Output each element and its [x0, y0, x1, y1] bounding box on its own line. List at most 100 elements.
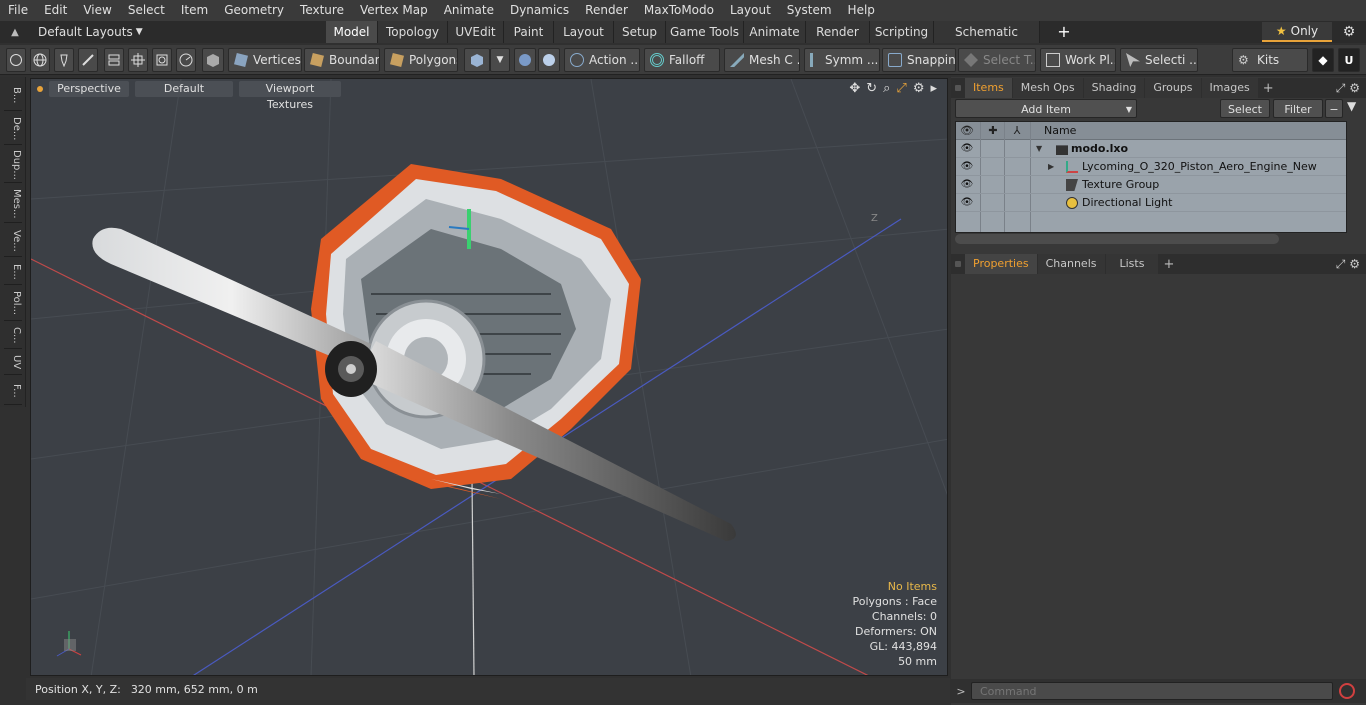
filter-button[interactable]: Filter	[1273, 99, 1323, 118]
left-tab-mesh-edit[interactable]: Mes...	[4, 185, 22, 223]
left-tab-basic[interactable]: B...	[4, 81, 22, 111]
tab-scripting[interactable]: Scripting	[870, 21, 934, 43]
left-tab-duplicate[interactable]: Dup...	[4, 147, 22, 183]
brush-button[interactable]	[78, 48, 98, 72]
falloff-button[interactable]: Falloff	[644, 48, 720, 72]
menu-dynamics[interactable]: Dynamics	[502, 0, 577, 21]
tab-shading[interactable]: Shading	[1083, 78, 1145, 98]
menu-view[interactable]: View	[75, 0, 119, 21]
view-mode-button[interactable]: Perspective	[49, 81, 129, 97]
add-panel-tab-icon[interactable]: +	[1259, 81, 1274, 96]
expand-panel-icon[interactable]: ⤢	[1336, 81, 1346, 95]
material-button[interactable]	[514, 48, 536, 72]
expand-triangle-icon[interactable]: ▼	[1036, 140, 1042, 158]
left-tab-curve[interactable]: C...	[4, 323, 22, 349]
engine-model[interactable]	[311, 164, 641, 499]
align-button[interactable]	[104, 48, 124, 72]
panel-menu-icon[interactable]	[951, 78, 965, 98]
tab-lists[interactable]: Lists	[1105, 254, 1159, 274]
work-plane-button[interactable]: Work Pl...	[1040, 48, 1116, 72]
menu-maxtomodo[interactable]: MaxToModo	[636, 0, 722, 21]
left-tab-deform[interactable]: De...	[4, 113, 22, 145]
visibility-eye-icon[interactable]: 👁	[960, 196, 974, 210]
pin-button[interactable]	[54, 48, 74, 72]
menu-render[interactable]: Render	[577, 0, 636, 21]
items-horizontal-scrollbar[interactable]	[955, 234, 1279, 244]
menu-vertex-map[interactable]: Vertex Map	[352, 0, 436, 21]
boundary-button[interactable]: Boundary	[304, 48, 380, 72]
menu-item[interactable]: Item	[173, 0, 216, 21]
list-item[interactable]: 👁 ▼ modo.lxo	[956, 140, 1346, 158]
record-stop-icon[interactable]	[1339, 683, 1355, 699]
layout-dropdown[interactable]: ▲ Default Layouts ▼	[6, 21, 143, 43]
add-tab-button[interactable]: +	[1055, 21, 1073, 43]
symmetry-button[interactable]: Symm ...	[804, 48, 880, 72]
lock-column-icon[interactable]: ✚	[986, 124, 1000, 138]
visibility-eye-icon[interactable]: 👁	[960, 178, 974, 192]
funnel-icon[interactable]: ▼	[1347, 99, 1356, 113]
tab-layout[interactable]: Layout	[554, 21, 614, 43]
polygons-button[interactable]: Polygons	[384, 48, 458, 72]
tab-mesh-ops[interactable]: Mesh Ops	[1012, 78, 1083, 98]
menu-edit[interactable]: Edit	[36, 0, 75, 21]
menu-animate[interactable]: Animate	[436, 0, 502, 21]
collapse-icon[interactable]: ▲	[6, 27, 24, 38]
left-tab-fusion[interactable]: F...	[4, 377, 22, 405]
tab-setup[interactable]: Setup	[614, 21, 666, 43]
solid-button[interactable]	[202, 48, 224, 72]
globe-button[interactable]	[30, 48, 50, 72]
panel-gear-icon[interactable]: ⚙	[1349, 81, 1360, 95]
tab-schematic-fusion[interactable]: Schematic Fusion	[934, 21, 1040, 61]
add-item-button[interactable]: Add Item ▼	[955, 99, 1137, 118]
action-center-button[interactable]: Action ...	[564, 48, 640, 72]
expand-triangle-icon[interactable]: ▶	[1048, 158, 1054, 176]
maximize-icon[interactable]: ⤢	[896, 81, 906, 96]
snapping-button[interactable]: Snapping	[882, 48, 956, 72]
tab-paint[interactable]: Paint	[504, 21, 554, 43]
viewport-gear-icon[interactable]: ⚙	[913, 81, 925, 96]
only-button[interactable]: ★ Only	[1262, 22, 1332, 42]
tab-groups[interactable]: Groups	[1145, 78, 1201, 98]
left-tab-edge[interactable]: E...	[4, 259, 22, 285]
expand-arrow-icon[interactable]: ▸	[930, 81, 937, 96]
visibility-eye-icon[interactable]: 👁	[960, 160, 974, 174]
unreal-button[interactable]: U	[1338, 48, 1360, 72]
collapse-all-button[interactable]: −	[1325, 99, 1343, 118]
visibility-column-icon[interactable]: 👁	[960, 124, 974, 138]
unity-button[interactable]: ◆	[1312, 48, 1334, 72]
selection-sets-button[interactable]: Selecti ...	[1120, 48, 1198, 72]
menu-select[interactable]: Select	[120, 0, 173, 21]
tab-render[interactable]: Render	[806, 21, 870, 43]
select-button[interactable]: Select	[1220, 99, 1270, 118]
timer-button[interactable]	[176, 48, 196, 72]
list-item[interactable]: 👁 Directional Light	[956, 194, 1346, 212]
menu-texture[interactable]: Texture	[292, 0, 352, 21]
3d-viewport[interactable]: Z Perspective Default Viewport Textures …	[30, 78, 948, 676]
select-circle-button[interactable]	[6, 48, 26, 72]
menu-file[interactable]: File	[0, 0, 36, 21]
shading-button[interactable]: Default	[135, 81, 233, 97]
tab-uvedit[interactable]: UVEdit	[448, 21, 504, 43]
viewport-menu-dot-icon[interactable]	[37, 86, 43, 92]
scene-render[interactable]: Z	[31, 79, 948, 676]
gear-icon[interactable]: ⚙	[1338, 22, 1360, 42]
mesh-constraint-button[interactable]: Mesh C ...	[724, 48, 800, 72]
menu-geometry[interactable]: Geometry	[216, 0, 292, 21]
tab-model[interactable]: Model	[326, 21, 378, 43]
add-panel-tab-icon[interactable]: +	[1159, 257, 1174, 272]
panel-menu-icon[interactable]	[951, 254, 965, 274]
mode-dropdown[interactable]: ▼	[490, 48, 510, 72]
snap-box-button[interactable]	[152, 48, 172, 72]
item-mode-button[interactable]	[464, 48, 490, 72]
tab-topology[interactable]: Topology	[378, 21, 448, 43]
visibility-eye-icon[interactable]: 👁	[960, 142, 974, 156]
name-column-header[interactable]: Name	[1044, 122, 1076, 140]
tab-game-tools[interactable]: Game Tools	[666, 21, 744, 43]
left-tab-uv[interactable]: UV	[4, 351, 22, 375]
texture-button[interactable]	[538, 48, 560, 72]
zoom-view-icon[interactable]: ⌕	[883, 81, 890, 96]
menu-layout[interactable]: Layout	[722, 0, 779, 21]
move-view-icon[interactable]: ✥	[849, 81, 860, 96]
tab-images[interactable]: Images	[1201, 78, 1258, 98]
type-column-icon[interactable]: ⅄	[1010, 124, 1024, 138]
